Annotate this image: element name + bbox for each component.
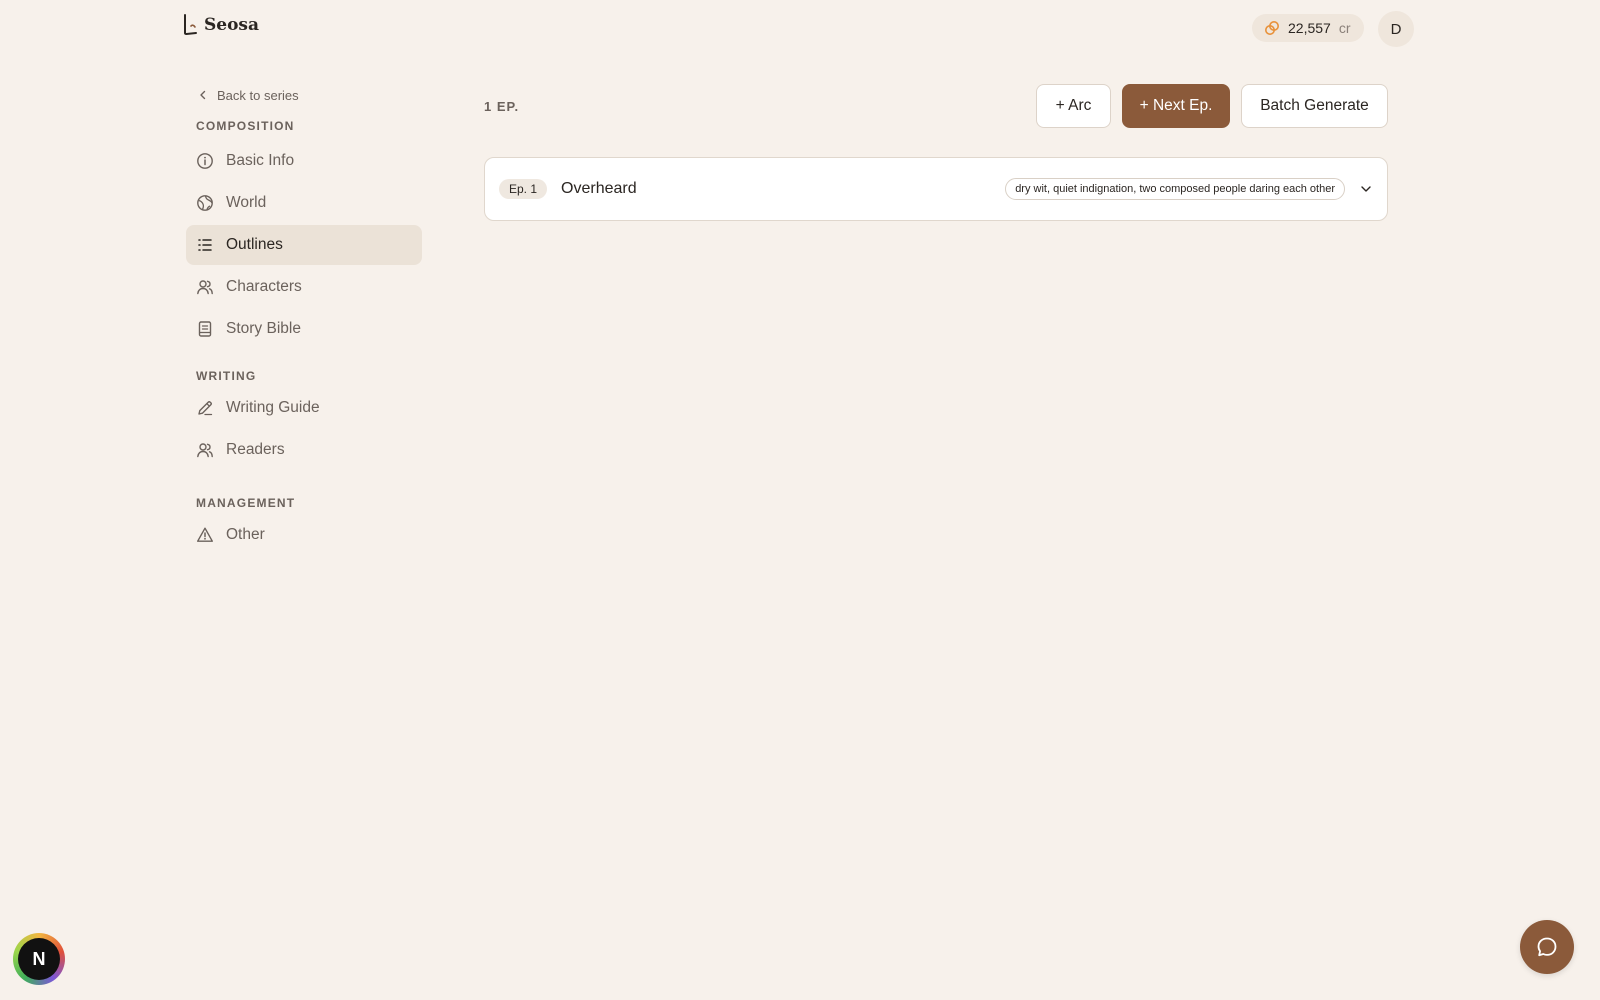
sidebar-item-outlines[interactable]: Outlines xyxy=(186,225,422,265)
next-episode-button[interactable]: + Next Ep. xyxy=(1122,84,1230,128)
coins-icon xyxy=(1265,21,1279,35)
warning-icon xyxy=(196,526,214,544)
toolbar: + Arc + Next Ep. Batch Generate xyxy=(1036,84,1388,128)
sidebar-item-basic-info[interactable]: Basic Info xyxy=(186,141,422,181)
episode-number-badge: Ep. 1 xyxy=(499,179,548,199)
chat-icon xyxy=(1537,937,1557,957)
episode-card[interactable]: Ep. 1 Overheard dry wit, quiet indignati… xyxy=(484,157,1388,221)
chat-button[interactable] xyxy=(1520,920,1574,974)
sidebar-item-world[interactable]: World xyxy=(186,183,422,223)
sidebar: Back to series COMPOSITION Basic Info Wo… xyxy=(186,84,422,557)
quill-logo-icon xyxy=(184,14,197,36)
sidebar-item-label: Outlines xyxy=(226,236,283,253)
top-bar: Seosa 22,557 cr D xyxy=(0,0,1600,56)
section-title-management: MANAGEMENT xyxy=(196,496,296,510)
sidebar-item-writing-guide[interactable]: Writing Guide xyxy=(186,388,422,428)
section-title-writing: WRITING xyxy=(196,369,257,383)
info-icon xyxy=(196,152,214,170)
credits-unit: cr xyxy=(1338,20,1351,36)
list-icon xyxy=(196,236,214,254)
sidebar-item-label: Basic Info xyxy=(226,152,295,169)
back-label: Back to series xyxy=(217,87,299,103)
n-badge-letter: N xyxy=(18,938,60,980)
globe-icon xyxy=(196,194,214,212)
chevron-down-icon[interactable] xyxy=(1359,182,1373,196)
sidebar-item-story-bible[interactable]: Story Bible xyxy=(186,309,422,349)
sidebar-item-label: Readers xyxy=(226,441,285,458)
add-arc-button[interactable]: + Arc xyxy=(1036,84,1111,128)
sidebar-item-label: Characters xyxy=(226,278,302,295)
book-icon xyxy=(196,320,214,338)
user-avatar[interactable]: D xyxy=(1378,11,1414,47)
sidebar-item-label: Story Bible xyxy=(226,320,301,337)
chevron-left-icon xyxy=(200,90,206,100)
episode-tone-tag: dry wit, quiet indignation, two composed… xyxy=(1005,178,1345,200)
brand-name: Seosa xyxy=(204,15,260,35)
sidebar-item-characters[interactable]: Characters xyxy=(186,267,422,307)
sidebar-item-readers[interactable]: Readers xyxy=(186,430,422,470)
pen-icon xyxy=(196,399,214,417)
episode-title: Overheard xyxy=(561,180,637,197)
sidebar-item-label: Writing Guide xyxy=(226,399,320,416)
readers-icon xyxy=(196,441,214,459)
episode-count: 1 EP. xyxy=(484,99,520,114)
batch-generate-button[interactable]: Batch Generate xyxy=(1241,84,1388,128)
back-to-series-link[interactable]: Back to series xyxy=(186,84,422,106)
n-assistant-badge[interactable]: N xyxy=(13,933,65,985)
brand-logo[interactable]: Seosa xyxy=(182,14,259,36)
sidebar-item-other[interactable]: Other xyxy=(186,515,422,555)
credits-amount: 22,557 xyxy=(1288,20,1331,36)
sidebar-item-label: World xyxy=(226,194,267,211)
users-icon xyxy=(196,278,214,296)
sidebar-item-label: Other xyxy=(226,526,265,543)
credits-badge[interactable]: 22,557 cr xyxy=(1252,14,1364,42)
section-title-composition: COMPOSITION xyxy=(196,119,295,133)
